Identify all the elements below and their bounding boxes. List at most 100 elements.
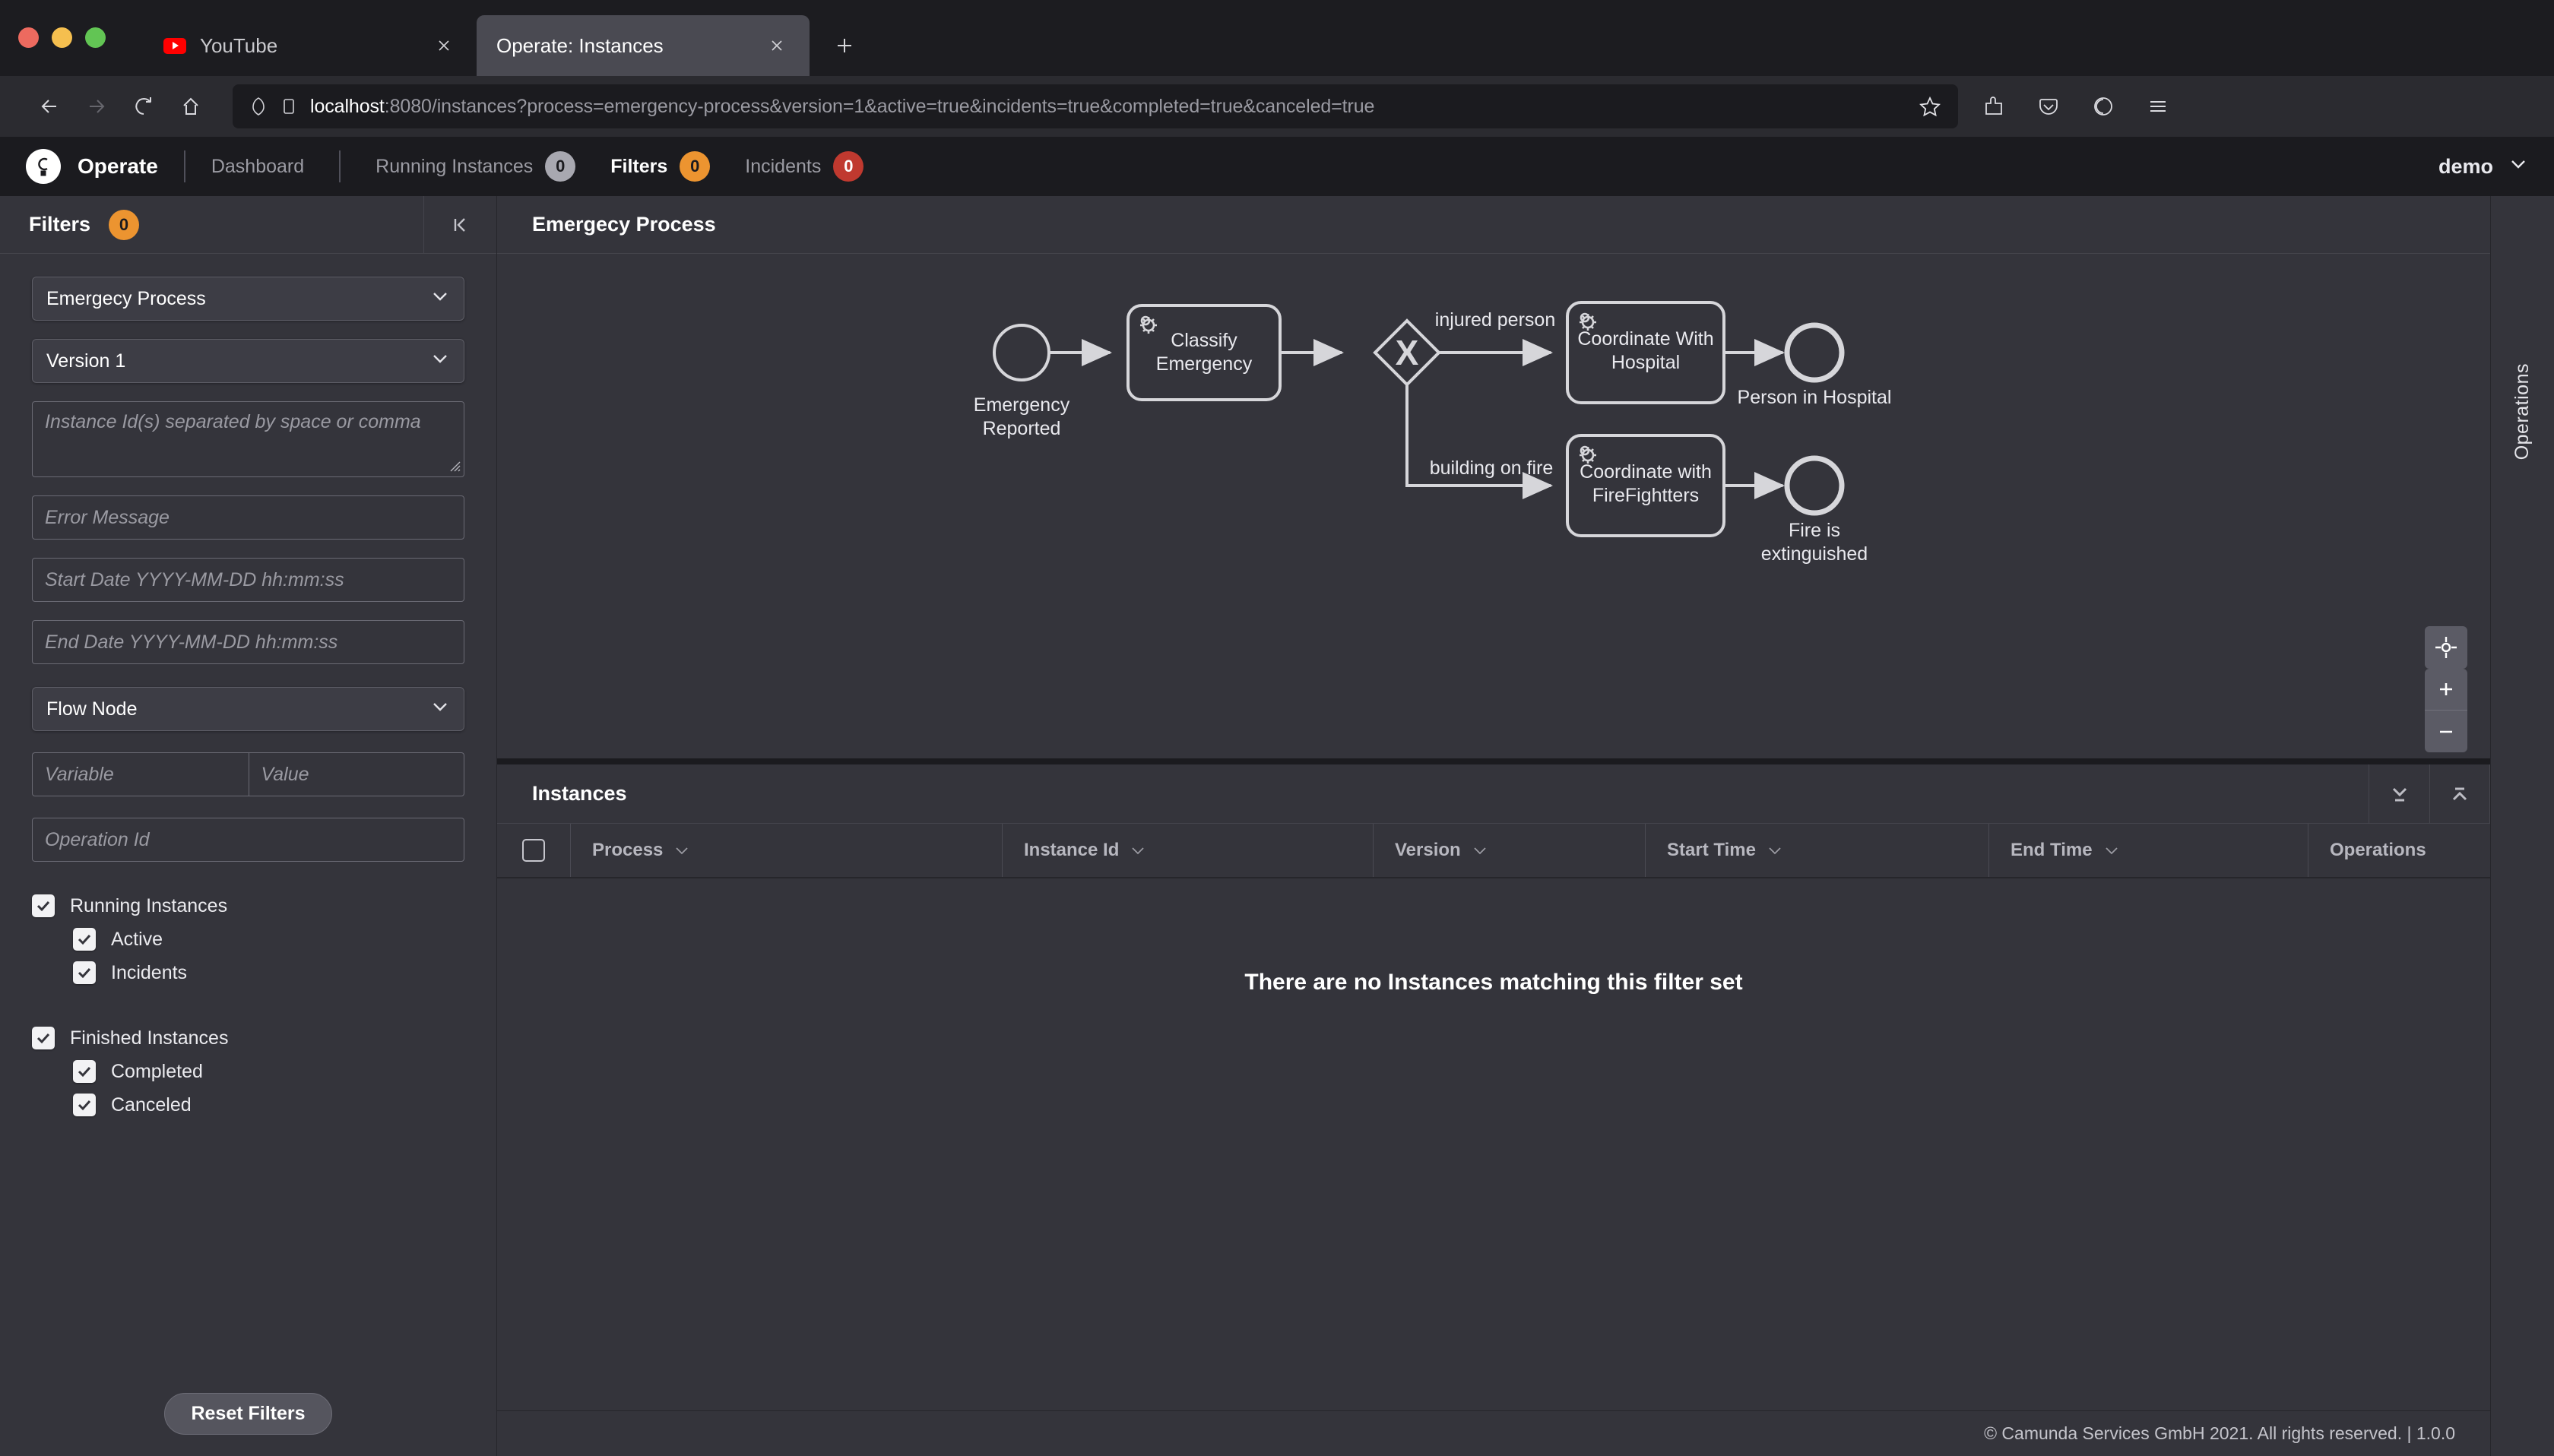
checkbox-canceled[interactable]: Canceled <box>32 1088 464 1122</box>
shield-icon[interactable] <box>243 91 274 122</box>
checkbox-active[interactable]: Active <box>32 923 464 956</box>
variable-pair: Variable Value <box>32 752 464 796</box>
chevron-down-icon <box>430 697 450 722</box>
column-header-instance-id[interactable]: Instance Id <box>1002 824 1373 877</box>
chevron-down-icon <box>430 286 450 312</box>
nav-item-incidents[interactable]: Incidents 0 <box>745 151 864 182</box>
checkbox-checked-icon <box>73 928 96 951</box>
address-bar[interactable]: localhost:8080/instances?process=emergen… <box>233 84 1958 128</box>
browser-tab-youtube[interactable]: YouTube <box>144 15 477 76</box>
bpmn-start-event <box>993 324 1050 381</box>
extensions-icon[interactable] <box>1976 89 2011 124</box>
zoom-out-button[interactable] <box>2425 711 2467 752</box>
app-nav: Dashboard Running Instances 0 Filters 0 … <box>211 150 899 182</box>
flow-node-select[interactable]: Flow Node <box>32 687 464 731</box>
browser-tab-operate[interactable]: Operate: Instances <box>477 15 810 76</box>
url-text[interactable]: localhost:8080/instances?process=emergen… <box>304 96 1912 118</box>
navigation-toolbar: localhost:8080/instances?process=emergen… <box>0 76 2554 137</box>
nav-item-running-instances[interactable]: Running Instances 0 <box>375 151 576 182</box>
back-arrow-icon[interactable] <box>26 83 73 130</box>
operation-id-field: Operation Id <box>32 818 464 862</box>
collapse-up-icon[interactable] <box>2429 764 2490 824</box>
panel-divider <box>497 758 2490 764</box>
hamburger-menu-icon[interactable] <box>2140 89 2175 124</box>
diagram-title: Emergecy Process <box>532 213 716 236</box>
reload-icon[interactable] <box>120 83 167 130</box>
operation-id-input[interactable]: Operation Id <box>32 818 464 862</box>
url-host: localhost <box>310 95 385 117</box>
start-date-field: Start Date YYYY-MM-DD hh:mm:ss <box>32 558 464 602</box>
account-icon[interactable] <box>2086 89 2121 124</box>
forward-arrow-icon[interactable] <box>73 83 120 130</box>
expand-down-icon[interactable] <box>2369 764 2429 824</box>
resize-handle-icon[interactable] <box>445 456 461 473</box>
column-header-process[interactable]: Process <box>570 824 1002 877</box>
error-message-input[interactable]: Error Message <box>32 495 464 540</box>
nav-item-filters[interactable]: Filters 0 <box>610 151 711 182</box>
collapse-left-icon[interactable] <box>423 195 496 254</box>
close-icon[interactable] <box>431 33 457 59</box>
end-date-input[interactable]: End Date YYYY-MM-DD hh:mm:ss <box>32 620 464 664</box>
chevron-down-icon <box>1767 840 1783 861</box>
checkbox-checked-icon <box>32 894 55 917</box>
zoom-in-button[interactable] <box>2425 669 2467 711</box>
filters-panel-header: Filters 0 <box>0 195 496 254</box>
zoom-reset-button[interactable] <box>2425 626 2467 669</box>
checkbox-checked-icon <box>32 1027 55 1049</box>
new-tab-button[interactable] <box>823 24 866 67</box>
camunda-logo-icon <box>26 149 61 184</box>
divider <box>183 150 185 182</box>
checkbox-completed[interactable]: Completed <box>32 1055 464 1088</box>
bpmn-canvas[interactable]: X Emergency Reported Classify Emergency … <box>497 254 2490 758</box>
nav-item-dashboard[interactable]: Dashboard <box>211 156 304 178</box>
instances-table-header: Process Instance Id Version Start Time E… <box>497 824 2490 878</box>
window-controls <box>18 0 106 76</box>
label-start-event: Reported <box>983 418 1061 439</box>
version-field: Version 1 <box>32 339 464 383</box>
zoom-controls <box>2425 669 2467 752</box>
version-select[interactable]: Version 1 <box>32 339 464 383</box>
minimize-window-button[interactable] <box>52 27 72 48</box>
operations-rail[interactable]: Operations <box>2490 196 2554 1456</box>
home-icon[interactable] <box>167 83 214 130</box>
url-path: :8080/instances?process=emergency-proces… <box>384 95 1375 117</box>
column-label: Instance Id <box>1024 840 1120 860</box>
brand-name: Operate <box>78 154 158 178</box>
app-header: Operate Dashboard Running Instances 0 Fi… <box>0 137 2554 196</box>
process-field: Emergecy Process <box>32 277 464 321</box>
close-window-button[interactable] <box>18 27 39 48</box>
column-header-version[interactable]: Version <box>1373 824 1645 877</box>
close-icon[interactable] <box>764 33 790 59</box>
browser-window: YouTube Operate: Instances localhost:808… <box>0 0 2554 1456</box>
gateway-marker-x: X <box>1396 333 1419 372</box>
instance-ids-textarea[interactable]: Instance Id(s) separated by space or com… <box>32 401 464 477</box>
checkbox-label: Canceled <box>111 1094 192 1116</box>
label-firefighters-task: Coordinate with <box>1580 461 1712 483</box>
column-label: Operations <box>2330 840 2426 860</box>
page-icon[interactable] <box>274 91 304 122</box>
checkbox-finished-instances[interactable]: Finished Instances <box>32 1021 464 1055</box>
column-header-end-time[interactable]: End Time <box>1988 824 2308 877</box>
reset-filters-button[interactable]: Reset Filters <box>164 1392 332 1435</box>
select-all-checkbox[interactable] <box>497 824 570 877</box>
filters-count-badge: 0 <box>109 209 140 240</box>
checkbox-label: Incidents <box>111 961 188 983</box>
checkbox-incidents[interactable]: Incidents <box>32 956 464 989</box>
start-date-input[interactable]: Start Date YYYY-MM-DD hh:mm:ss <box>32 558 464 602</box>
column-header-start-time[interactable]: Start Time <box>1645 824 1988 877</box>
brand[interactable]: Operate <box>26 149 158 184</box>
pocket-icon[interactable] <box>2031 89 2066 124</box>
user-menu[interactable]: demo <box>2438 154 2528 179</box>
column-label: End Time <box>2011 840 2093 860</box>
checkbox-running-instances[interactable]: Running Instances <box>32 889 464 923</box>
chevron-down-icon <box>2508 154 2528 179</box>
variable-name-input[interactable]: Variable <box>32 752 249 796</box>
process-select[interactable]: Emergecy Process <box>32 277 464 321</box>
filters-form: Emergecy Process Version 1 Instance Id(s… <box>0 254 496 1383</box>
checkbox-label: Finished Instances <box>70 1027 229 1049</box>
end-date-field: End Date YYYY-MM-DD hh:mm:ss <box>32 620 464 664</box>
star-icon[interactable] <box>1912 89 1947 124</box>
variable-value-input[interactable]: Value <box>248 752 464 796</box>
maximize-window-button[interactable] <box>85 27 106 48</box>
flow-node-field: Flow Node <box>32 687 464 731</box>
